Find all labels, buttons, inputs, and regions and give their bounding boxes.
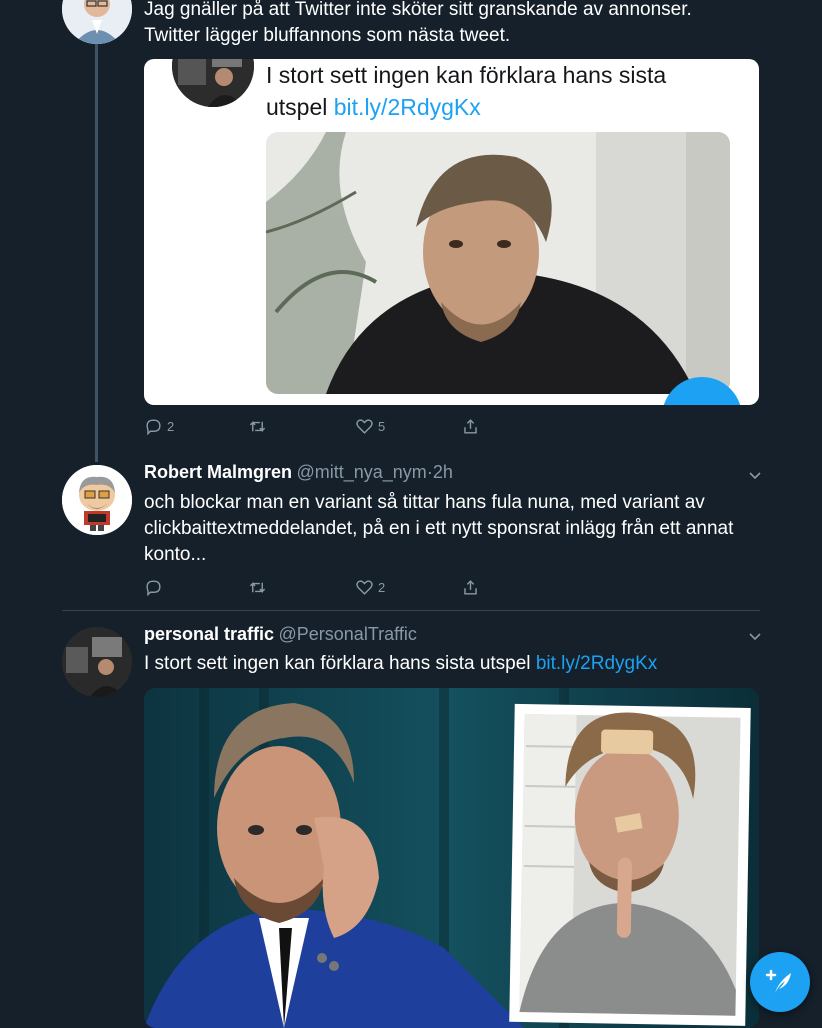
display-name[interactable]: Robert Malmgren bbox=[144, 462, 292, 482]
reply-button[interactable]: 2 bbox=[144, 417, 174, 436]
portrait-photo-icon bbox=[266, 132, 730, 394]
embedded-text-line: utspel bit.ly/2RdygKx bbox=[266, 91, 746, 123]
tweet-link[interactable]: bit.ly/2RdygKx bbox=[536, 653, 657, 674]
compose-tweet-icon bbox=[765, 969, 791, 993]
reply-icon bbox=[146, 580, 161, 597]
avatar[interactable] bbox=[62, 627, 132, 697]
tweet-text-line: clickbaittextmeddelandet, på en i ett ny… bbox=[144, 518, 734, 539]
profile-photo-icon bbox=[62, 0, 132, 44]
display-name[interactable]: personal traffic bbox=[144, 624, 274, 644]
embedded-image-card[interactable]: I stort sett ingen kan förklara hans sis… bbox=[144, 59, 759, 405]
thread-connector bbox=[95, 44, 98, 462]
tweet-divider bbox=[62, 610, 760, 611]
share-icon bbox=[464, 580, 477, 595]
user-handle[interactable]: @PersonalTraffic bbox=[279, 624, 417, 644]
tweet-header: Robert Malmgren @mitt_nya_nym·2h bbox=[144, 462, 453, 483]
tweet-text: I stort sett ingen kan förklara hans sis… bbox=[144, 651, 784, 677]
share-button[interactable] bbox=[461, 417, 480, 436]
embedded-text-line: I stort sett ingen kan förklara hans sis… bbox=[266, 62, 667, 88]
tweet-text-line: och blockar man en variant så tittar han… bbox=[144, 492, 705, 513]
chevron-down-icon[interactable] bbox=[748, 468, 762, 482]
like-count: 5 bbox=[378, 419, 386, 434]
retweet-icon bbox=[249, 420, 266, 433]
embedded-photo bbox=[266, 132, 730, 394]
heart-icon bbox=[356, 419, 373, 434]
embedded-avatar bbox=[172, 59, 254, 107]
tweet-text: och blockar man en variant så tittar han… bbox=[144, 490, 784, 568]
retweet-button[interactable] bbox=[248, 578, 271, 597]
share-icon bbox=[464, 419, 477, 434]
embedded-link[interactable]: bit.ly/2RdygKx bbox=[334, 94, 481, 120]
retweet-icon bbox=[249, 581, 266, 594]
profile-photo-icon bbox=[172, 59, 254, 107]
like-count: 2 bbox=[378, 580, 386, 595]
share-button[interactable] bbox=[461, 578, 480, 597]
chevron-down-icon[interactable] bbox=[748, 629, 762, 643]
compose-tweet-button[interactable] bbox=[750, 952, 810, 1012]
collage-photo-icon bbox=[144, 688, 759, 1028]
reply-count: 2 bbox=[167, 419, 175, 434]
timestamp[interactable]: 2h bbox=[433, 462, 453, 482]
retweet-button[interactable] bbox=[248, 417, 271, 436]
reply-icon bbox=[146, 419, 161, 436]
avatar[interactable] bbox=[62, 465, 132, 535]
like-button[interactable]: 2 bbox=[355, 578, 385, 597]
cartoon-avatar-icon bbox=[62, 465, 132, 535]
like-button[interactable]: 5 bbox=[355, 417, 385, 436]
avatar[interactable] bbox=[62, 0, 132, 44]
tweet-text-line: konto... bbox=[144, 544, 207, 565]
tweet-text-line: Twitter lägger bluffannons som nästa twe… bbox=[144, 25, 511, 46]
tweet-header: personal traffic @PersonalTraffic bbox=[144, 624, 417, 645]
tweet-text-prefix: I stort sett ingen kan förklara hans sis… bbox=[144, 653, 536, 674]
tweet-text: Jag gnäller på att Twitter inte sköter s… bbox=[144, 0, 764, 49]
tweet-text-line: Jag gnäller på att Twitter inte sköter s… bbox=[144, 0, 692, 20]
heart-icon bbox=[356, 580, 373, 595]
tweet-image[interactable] bbox=[144, 688, 759, 1028]
embedded-text: I stort sett ingen kan förklara hans sis… bbox=[266, 59, 746, 123]
reply-button[interactable] bbox=[144, 578, 167, 597]
embedded-text-prefix: utspel bbox=[266, 94, 334, 120]
user-handle[interactable]: @mitt_nya_nym bbox=[296, 462, 426, 482]
profile-photo-icon bbox=[62, 627, 132, 697]
